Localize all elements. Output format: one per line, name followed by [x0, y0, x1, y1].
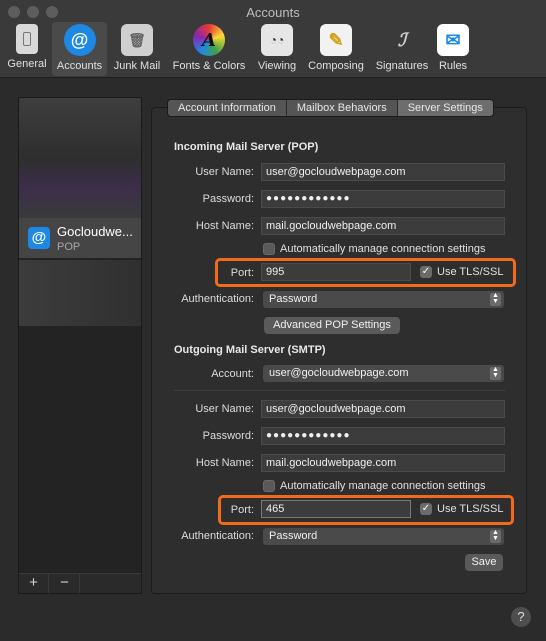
incoming-auth-label: Authentication: — [181, 293, 254, 305]
remove-account-button[interactable]: − — [50, 574, 80, 593]
outgoing-password-label: Password: — [202, 430, 254, 442]
toolbar-label: Accounts — [56, 60, 103, 72]
incoming-auth-value: Password — [269, 293, 318, 305]
outgoing-tls-checkbox[interactable]: ✓ — [420, 503, 432, 515]
toolbar-rules[interactable]: ✉ Rules — [434, 22, 472, 76]
outgoing-auth-value: Password — [269, 530, 318, 542]
incoming-auto-manage-label: Automatically manage connection settings — [280, 243, 486, 255]
tab-mailbox-behaviors[interactable]: Mailbox Behaviors — [286, 100, 398, 116]
pencil-paper-icon: ✎ — [320, 24, 352, 56]
incoming-auth-popup[interactable]: Password ▲ ▼ — [263, 291, 504, 308]
outgoing-username-label: User Name: — [195, 403, 254, 415]
at-sign-icon: @ — [28, 227, 50, 249]
outgoing-password-field[interactable]: ●●●●●●●●●●●● — [261, 427, 505, 445]
toolbar-label: Fonts & Colors — [172, 60, 246, 72]
account-item-selected[interactable]: @ Gocloudwe... POP — [19, 218, 141, 258]
outgoing-username-field[interactable]: user@gocloudwebpage.com — [261, 400, 505, 418]
outgoing-host-label: Host Name: — [195, 457, 254, 469]
chevron-updown-icon: ▲ ▼ — [490, 292, 501, 306]
incoming-port-label: Port: — [230, 267, 254, 279]
color-wheel-icon: A — [193, 24, 225, 56]
incoming-username-field[interactable]: user@gocloudwebpage.com — [261, 163, 505, 181]
toolbar-fonts-colors[interactable]: A Fonts & Colors — [168, 22, 250, 76]
incoming-section-title: Incoming Mail Server (POP) — [174, 141, 319, 153]
incoming-host-field[interactable]: mail.gocloudwebpage.com — [261, 217, 505, 235]
help-button[interactable]: ? — [511, 607, 531, 627]
advanced-pop-settings-button[interactable]: Advanced POP Settings — [264, 317, 400, 334]
chevron-updown-icon: ▲ ▼ — [490, 529, 501, 543]
outgoing-tls-label: Use TLS/SSL — [437, 503, 504, 515]
window-title: Accounts — [246, 5, 300, 20]
toolbar-label: Junk Mail — [113, 60, 161, 72]
tab-bar: Account Information Mailbox Behaviors Se… — [167, 99, 494, 117]
incoming-auto-manage-checkbox[interactable] — [263, 243, 275, 255]
outgoing-port-label: Port: — [230, 504, 254, 516]
list-footer: + − — [19, 573, 141, 593]
outgoing-auth-popup[interactable]: Password ▲ ▼ — [263, 528, 504, 545]
account-type: POP — [57, 241, 81, 253]
accounts-list[interactable]: @ Gocloudwe... POP + − — [18, 97, 142, 594]
outgoing-auto-manage-checkbox[interactable] — [263, 480, 275, 492]
incoming-password-label: Password: — [202, 193, 254, 205]
toolbar-viewing[interactable]: ◔◔ Viewing — [253, 22, 301, 76]
outgoing-account-popup[interactable]: user@gocloudwebpage.com ▲ ▼ — [263, 365, 504, 382]
save-button[interactable]: Save — [465, 554, 503, 571]
toolbar-accounts[interactable]: @ Accounts — [52, 22, 107, 76]
account-name: Gocloudwe... — [57, 224, 133, 239]
blurred-account-entry[interactable] — [19, 260, 141, 326]
incoming-username-label: User Name: — [195, 166, 254, 178]
incoming-port-field[interactable]: 995 — [261, 263, 411, 281]
incoming-tls-checkbox[interactable]: ✓ — [420, 266, 432, 278]
envelope-arrows-icon: ✉ — [437, 24, 469, 56]
chevron-updown-icon: ▲ ▼ — [490, 366, 501, 380]
outgoing-section-title: Outgoing Mail Server (SMTP) — [174, 344, 326, 356]
glasses-icon: ◔◔ — [261, 24, 293, 56]
at-sign-icon: @ — [63, 24, 96, 56]
incoming-tls-label: Use TLS/SSL — [437, 266, 504, 278]
outgoing-host-field[interactable]: mail.gocloudwebpage.com — [261, 454, 505, 472]
signature-icon: ℐ — [397, 29, 407, 51]
incoming-password-field[interactable]: ●●●●●●●●●●●● — [261, 190, 505, 208]
section-divider — [174, 390, 505, 391]
add-account-button[interactable]: + — [19, 574, 49, 593]
outgoing-account-label: Account: — [211, 368, 254, 380]
toolbar-label: Composing — [308, 60, 364, 72]
outgoing-auto-manage-label: Automatically manage connection settings — [280, 480, 486, 492]
toolbar-label: General — [7, 58, 47, 70]
general-switch-icon — [16, 24, 38, 54]
toolbar-signatures[interactable]: ℐ Signatures — [371, 22, 433, 76]
outgoing-account-value: user@gocloudwebpage.com — [269, 367, 409, 379]
tab-account-information[interactable]: Account Information — [168, 100, 287, 116]
toolbar-junk-mail[interactable]: 🗑 Junk Mail — [110, 22, 164, 76]
outgoing-port-field[interactable]: 465 — [261, 500, 411, 518]
toolbar: Accounts General @ Accounts 🗑 Junk Mail … — [0, 0, 546, 78]
toolbar-composing[interactable]: ✎ Composing — [303, 22, 369, 76]
outgoing-auth-label: Authentication: — [181, 530, 254, 542]
blurred-account-entry[interactable] — [19, 98, 141, 218]
toolbar-label: Rules — [438, 60, 468, 72]
toolbar-general[interactable]: General — [3, 22, 51, 76]
toolbar-label: Signatures — [375, 60, 429, 72]
toolbar-label: Viewing — [257, 60, 297, 72]
incoming-host-label: Host Name: — [195, 220, 254, 232]
tab-server-settings[interactable]: Server Settings — [397, 100, 493, 116]
preferences-window: Accounts General @ Accounts 🗑 Junk Mail … — [0, 0, 546, 641]
trash-bin-icon: 🗑 — [121, 24, 153, 56]
